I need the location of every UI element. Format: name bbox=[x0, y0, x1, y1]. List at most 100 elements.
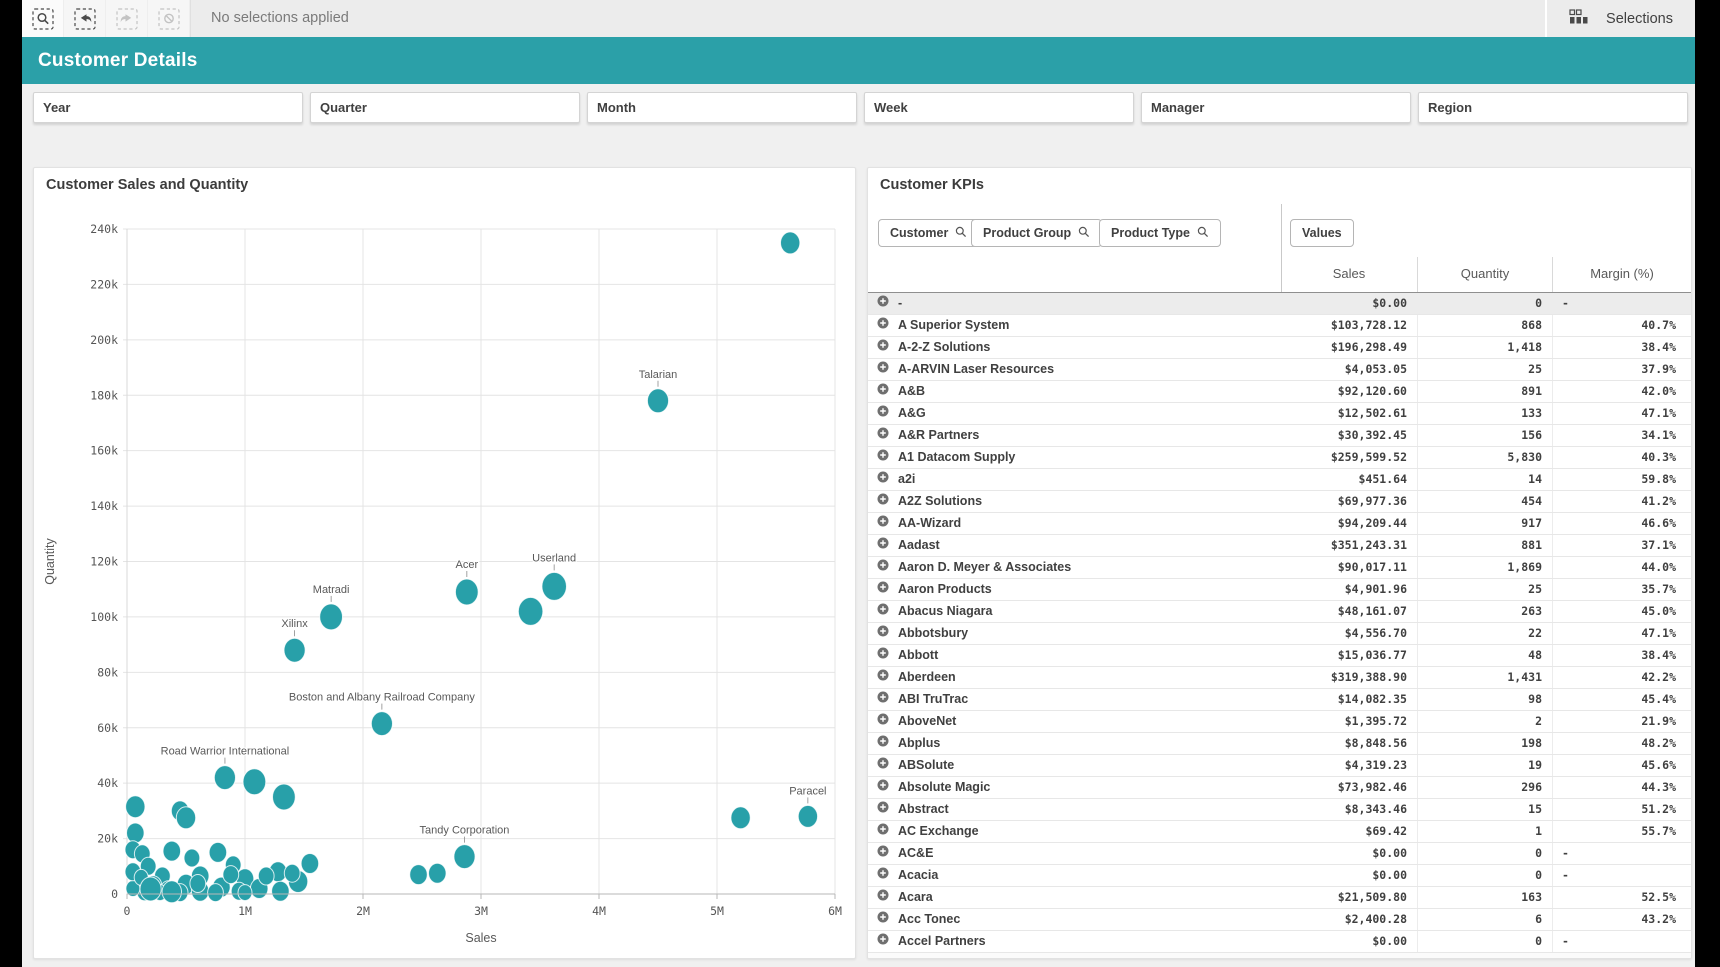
expand-icon[interactable] bbox=[877, 843, 889, 864]
table-row[interactable]: -$0.000- bbox=[868, 293, 1691, 315]
selections-tool-button[interactable]: Selections bbox=[1545, 0, 1695, 37]
customer-name-cell[interactable]: A&G bbox=[868, 403, 1281, 424]
expand-icon[interactable] bbox=[877, 359, 889, 380]
scatter-point[interactable] bbox=[301, 854, 319, 874]
customer-name-cell[interactable]: A Superior System bbox=[868, 315, 1281, 336]
customer-name-cell[interactable]: Absolute Magic bbox=[868, 777, 1281, 798]
customer-name-cell[interactable]: A-ARVIN Laser Resources bbox=[868, 359, 1281, 380]
customer-name-cell[interactable]: Abbotsbury bbox=[868, 623, 1281, 644]
expand-icon[interactable] bbox=[877, 425, 889, 446]
table-row[interactable]: A-2-Z Solutions$196,298.491,41838.4% bbox=[868, 337, 1691, 359]
table-row[interactable]: Abplus$8,848.5619848.2% bbox=[868, 733, 1691, 755]
tab-product-group[interactable]: Product Group bbox=[971, 219, 1102, 247]
customer-name-cell[interactable]: Aaron Products bbox=[868, 579, 1281, 600]
column-header-quantity[interactable]: Quantity bbox=[1418, 257, 1553, 292]
customer-name-cell[interactable]: Abplus bbox=[868, 733, 1281, 754]
filter-week[interactable]: Week bbox=[864, 92, 1134, 123]
expand-icon[interactable] bbox=[877, 689, 889, 710]
scatter-point[interactable] bbox=[176, 807, 195, 829]
expand-icon[interactable] bbox=[877, 557, 889, 578]
expand-icon[interactable] bbox=[877, 777, 889, 798]
tab-product-type[interactable]: Product Type bbox=[1099, 219, 1221, 247]
expand-icon[interactable] bbox=[877, 315, 889, 336]
table-row[interactable]: Acacia$0.000- bbox=[868, 865, 1691, 887]
scatter-point[interactable] bbox=[162, 881, 181, 903]
column-header-sales[interactable]: Sales bbox=[1281, 257, 1418, 292]
expand-icon[interactable] bbox=[877, 887, 889, 908]
table-row[interactable]: A2Z Solutions$69,977.3645441.2% bbox=[868, 491, 1691, 513]
customer-name-cell[interactable]: A-2-Z Solutions bbox=[868, 337, 1281, 358]
scatter-point[interactable] bbox=[518, 597, 543, 625]
table-row[interactable]: A&R Partners$30,392.4515634.1% bbox=[868, 425, 1691, 447]
filter-manager[interactable]: Manager bbox=[1141, 92, 1411, 123]
table-row[interactable]: Abstract$8,343.461551.2% bbox=[868, 799, 1691, 821]
customer-name-cell[interactable]: AboveNet bbox=[868, 711, 1281, 732]
table-row[interactable]: Abbotsbury$4,556.702247.1% bbox=[868, 623, 1691, 645]
scatter-point[interactable] bbox=[647, 389, 668, 413]
expand-icon[interactable] bbox=[877, 513, 889, 534]
smart-search-icon[interactable] bbox=[22, 0, 64, 37]
customer-name-cell[interactable]: Accel Partners bbox=[868, 931, 1281, 952]
table-row[interactable]: Aaron Products$4,901.962535.7% bbox=[868, 579, 1691, 601]
expand-icon[interactable] bbox=[877, 667, 889, 688]
scatter-point[interactable] bbox=[243, 769, 266, 795]
scatter-point[interactable] bbox=[258, 867, 274, 885]
scatter-point[interactable] bbox=[184, 849, 200, 867]
expand-icon[interactable] bbox=[877, 337, 889, 358]
scatter-point[interactable] bbox=[454, 845, 475, 869]
customer-name-cell[interactable]: Aadast bbox=[868, 535, 1281, 556]
table-row[interactable]: A&G$12,502.6113347.1% bbox=[868, 403, 1691, 425]
scatter-point[interactable] bbox=[798, 805, 817, 827]
scatter-point[interactable] bbox=[273, 784, 296, 810]
scatter-point[interactable] bbox=[209, 842, 227, 862]
expand-icon[interactable] bbox=[877, 403, 889, 424]
customer-name-cell[interactable]: - bbox=[868, 293, 1281, 314]
expand-icon[interactable] bbox=[877, 865, 889, 886]
scatter-point[interactable] bbox=[163, 841, 181, 861]
table-row[interactable]: Absolute Magic$73,982.4629644.3% bbox=[868, 777, 1691, 799]
step-back-icon[interactable] bbox=[64, 0, 106, 37]
scatter-point[interactable] bbox=[429, 863, 447, 883]
scatter-plot[interactable]: 020k40k60k80k100k120k140k160k180k200k220… bbox=[34, 168, 853, 956]
customer-name-cell[interactable]: Aaron D. Meyer & Associates bbox=[868, 557, 1281, 578]
customer-name-cell[interactable]: Acara bbox=[868, 887, 1281, 908]
table-row[interactable]: ABSolute$4,319.231945.6% bbox=[868, 755, 1691, 777]
table-row[interactable]: Abacus Niagara$48,161.0726345.0% bbox=[868, 601, 1691, 623]
expand-icon[interactable] bbox=[877, 469, 889, 490]
scatter-point[interactable] bbox=[223, 866, 239, 884]
expand-icon[interactable] bbox=[877, 645, 889, 666]
customer-name-cell[interactable]: AC&E bbox=[868, 843, 1281, 864]
scatter-point[interactable] bbox=[542, 572, 567, 600]
scatter-point[interactable] bbox=[214, 766, 235, 790]
customer-name-cell[interactable]: a2i bbox=[868, 469, 1281, 490]
column-header-margin[interactable]: Margin (%) bbox=[1553, 257, 1691, 292]
expand-icon[interactable] bbox=[877, 755, 889, 776]
expand-icon[interactable] bbox=[877, 579, 889, 600]
filter-year[interactable]: Year bbox=[33, 92, 303, 123]
scatter-point[interactable] bbox=[284, 638, 305, 662]
table-row[interactable]: Acara$21,509.8016352.5% bbox=[868, 887, 1691, 909]
expand-icon[interactable] bbox=[877, 711, 889, 732]
scatter-point[interactable] bbox=[320, 604, 343, 630]
customer-name-cell[interactable]: Abstract bbox=[868, 799, 1281, 820]
table-row[interactable]: Aaron D. Meyer & Associates$90,017.111,8… bbox=[868, 557, 1691, 579]
scatter-point[interactable] bbox=[272, 881, 290, 901]
table-row[interactable]: AboveNet$1,395.72221.9% bbox=[868, 711, 1691, 733]
scatter-point[interactable] bbox=[371, 712, 392, 736]
expand-icon[interactable] bbox=[877, 293, 889, 314]
customer-name-cell[interactable]: ABSolute bbox=[868, 755, 1281, 776]
expand-icon[interactable] bbox=[877, 447, 889, 468]
table-row[interactable]: AC&E$0.000- bbox=[868, 843, 1691, 865]
customer-name-cell[interactable]: Abbott bbox=[868, 645, 1281, 666]
table-row[interactable]: ABI TruTrac$14,082.359845.4% bbox=[868, 689, 1691, 711]
table-row[interactable]: AA-Wizard$94,209.4491746.6% bbox=[868, 513, 1691, 535]
customer-name-cell[interactable]: A&B bbox=[868, 381, 1281, 402]
expand-icon[interactable] bbox=[877, 623, 889, 644]
filter-quarter[interactable]: Quarter bbox=[310, 92, 580, 123]
table-row[interactable]: Accel Partners$0.000- bbox=[868, 931, 1691, 953]
expand-icon[interactable] bbox=[877, 799, 889, 820]
expand-icon[interactable] bbox=[877, 381, 889, 402]
table-row[interactable]: A1 Datacom Supply$259,599.525,83040.3% bbox=[868, 447, 1691, 469]
filter-month[interactable]: Month bbox=[587, 92, 857, 123]
customer-name-cell[interactable]: A1 Datacom Supply bbox=[868, 447, 1281, 468]
